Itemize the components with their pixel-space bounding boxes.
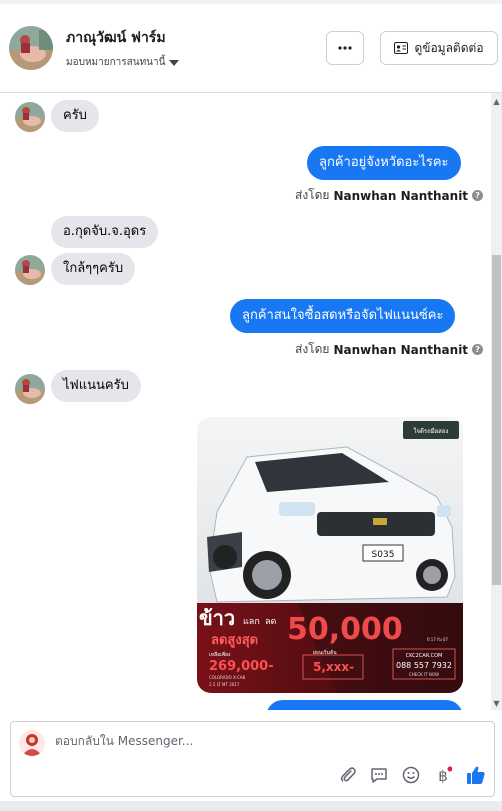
caret-down-icon bbox=[169, 59, 180, 66]
view-contact-label: ดูข้อมูลติดต่อ bbox=[414, 40, 484, 55]
dealer-badge-text: ใจดีรถมือสอง bbox=[414, 427, 449, 435]
info-icon[interactable]: ? bbox=[472, 344, 484, 355]
spec-text: 2.5 LT MT 2017 bbox=[209, 682, 240, 687]
scroll-thumb[interactable] bbox=[492, 255, 501, 585]
outgoing-message-partial[interactable] bbox=[266, 700, 463, 710]
reply-input[interactable] bbox=[55, 734, 435, 748]
headline-red: ลดสูงสุด bbox=[211, 633, 258, 648]
customer-avatar[interactable] bbox=[15, 374, 45, 404]
attach-icon[interactable] bbox=[337, 764, 359, 786]
price-text: 269,000- bbox=[209, 659, 274, 674]
contact-card-icon bbox=[394, 42, 409, 54]
incoming-message[interactable]: อ.กุดจับ.จ.อุดร bbox=[51, 216, 159, 248]
svg-text:฿: ฿ bbox=[438, 767, 448, 784]
down-label: ผ่อนเริ่มต้น bbox=[313, 649, 337, 656]
assign-label: มอบหมายการสนทนานี้ bbox=[66, 57, 166, 68]
saved-replies-icon[interactable] bbox=[368, 764, 390, 786]
conversation-header: ภาณุวัฒน์ ฟาร์ม มอบหมายการสนทนานี้ ดูข้อ… bbox=[0, 0, 502, 93]
scroll-down-arrow-icon[interactable]: ▼ bbox=[491, 699, 502, 708]
customer-avatar[interactable] bbox=[15, 102, 45, 132]
incoming-message[interactable]: ใกล้ๆๆครับ bbox=[51, 253, 136, 285]
page-name[interactable]: ภาณุวัฒน์ ฟาร์ม bbox=[66, 27, 166, 49]
bottom-edge bbox=[0, 801, 502, 811]
headline-sub1: แลก bbox=[243, 617, 260, 627]
shared-image-card[interactable]: S035 ใจดีรถมือสอง ข้าว แลก ลด ลดสูงสุด 5… bbox=[197, 417, 463, 693]
thread-scrollbar[interactable]: ▲ ▼ bbox=[491, 93, 502, 710]
outgoing-message[interactable]: ลูกค้าสนใจซื้อสดหรือจัดไฟแนนซ์คะ bbox=[230, 299, 456, 333]
car-ad-image: S035 ใจดีรถมือสอง ข้าว แลก ลด ลดสูงสุด 5… bbox=[197, 417, 463, 693]
more-dots-icon bbox=[338, 46, 352, 50]
incoming-message[interactable]: ครับ bbox=[51, 100, 99, 132]
year-note: ปี 17 ถึง 07 bbox=[426, 637, 448, 642]
customer-avatar[interactable] bbox=[15, 255, 45, 285]
emoji-icon[interactable] bbox=[400, 764, 422, 786]
info-icon[interactable]: ? bbox=[472, 190, 484, 201]
more-options-button[interactable] bbox=[326, 31, 364, 65]
agent-avatar bbox=[19, 730, 45, 756]
discount-amount: 50,000 bbox=[287, 612, 403, 647]
sent-by-label: ส่งโดย Nanwhan Nanthanit ? bbox=[295, 186, 484, 205]
headline-main: ข้าว bbox=[199, 606, 235, 630]
check-text: CHECK IT NOW bbox=[409, 672, 439, 677]
like-thumb-icon[interactable] bbox=[465, 764, 487, 786]
sent-by-prefix: ส่งโดย bbox=[295, 342, 330, 356]
headline-sub2: ลด bbox=[265, 617, 277, 627]
sent-by-prefix: ส่งโดย bbox=[295, 188, 330, 202]
top-divider bbox=[0, 0, 502, 4]
incoming-message[interactable]: ไฟแนนครับ bbox=[51, 370, 141, 402]
website-text: CKC2CAR.COM bbox=[406, 653, 443, 659]
view-contact-button[interactable]: ดูข้อมูลติดต่อ bbox=[380, 31, 498, 65]
phone-text: 088 557 7932 bbox=[396, 661, 452, 670]
model-text: COLORADO X-CAB bbox=[209, 675, 246, 680]
down-payment: 5,xxx- bbox=[313, 660, 354, 674]
payment-icon[interactable]: ฿ bbox=[432, 764, 454, 786]
sender-name: Nanwhan Nanthanit bbox=[333, 188, 469, 203]
sender-name: Nanwhan Nanthanit bbox=[333, 342, 469, 357]
page-avatar[interactable] bbox=[9, 26, 53, 70]
assign-conversation-dropdown[interactable]: มอบหมายการสนทนานี้ bbox=[66, 55, 180, 70]
scroll-up-arrow-icon[interactable]: ▲ bbox=[491, 97, 502, 106]
outgoing-message[interactable]: ลูกค้าอยู่จังหวัดอะไรคะ bbox=[307, 146, 461, 180]
price-label: เหลือเพียง bbox=[209, 651, 231, 658]
reply-composer: ฿ bbox=[10, 721, 495, 797]
messenger-conversation: ภาณุวัฒน์ ฟาร์ม มอบหมายการสนทนานี้ ดูข้อ… bbox=[0, 0, 502, 811]
message-thread[interactable]: ครับ ลูกค้าอยู่จังหวัดอะไรคะ ส่งโดย Nanw… bbox=[0, 93, 490, 710]
plate-text: S035 bbox=[372, 550, 395, 560]
sent-by-label: ส่งโดย Nanwhan Nanthanit ? bbox=[295, 340, 484, 359]
